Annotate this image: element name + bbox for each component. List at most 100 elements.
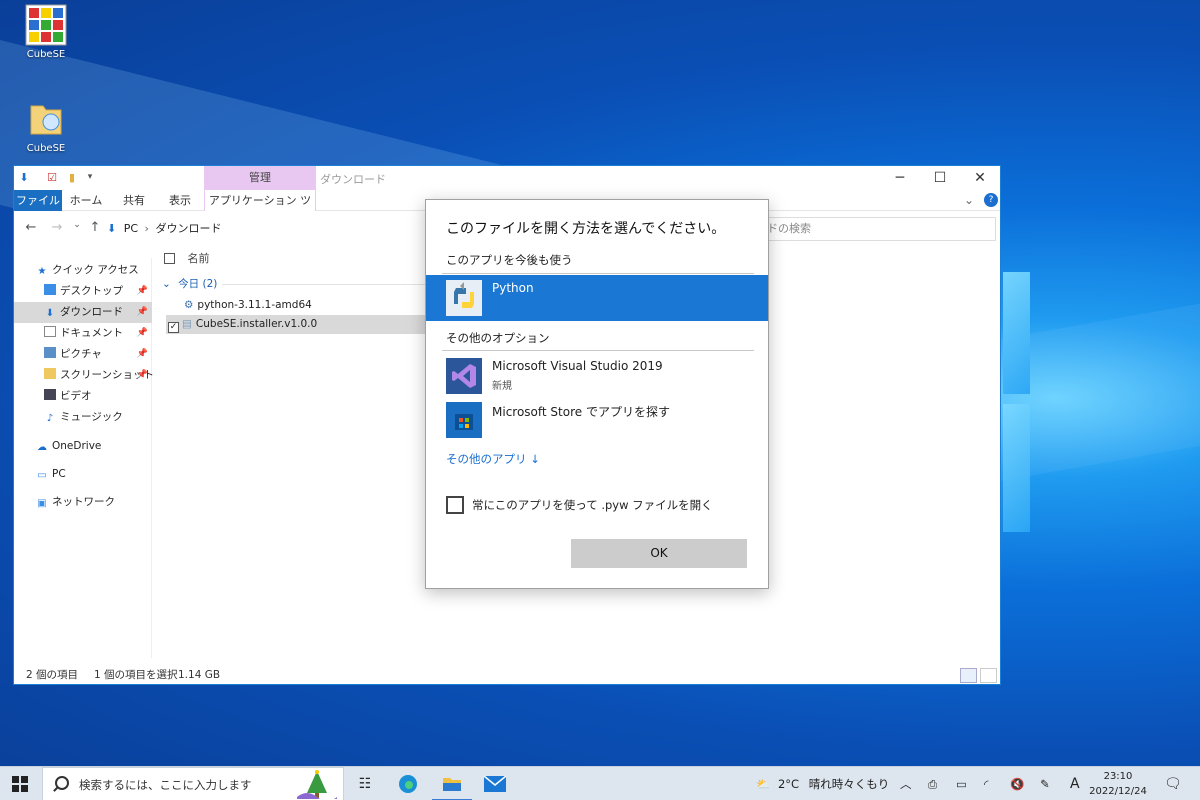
nav-documents[interactable]: ドキュメント 📌 (14, 323, 152, 344)
task-view-icon: ☷ (358, 776, 372, 792)
properties-icon[interactable]: ☑ (46, 171, 58, 184)
expand-ribbon-icon[interactable]: ⌄ (964, 193, 974, 207)
new-folder-icon[interactable]: ▮ (66, 171, 78, 184)
folder-icon (25, 98, 67, 140)
nav-quick-access[interactable]: ★ クイック アクセス (14, 260, 152, 281)
cubese-app-icon (25, 4, 67, 46)
taskbar: 検索するには、ここに入力します ☷ ⛅ 2°C 晴れ時々くもり ︿ ⎙ ▭ ◜ … (0, 766, 1200, 800)
taskbar-edge[interactable] (388, 767, 428, 800)
video-icon (44, 389, 56, 400)
group-header-today[interactable]: ⌄ 今日 (2) (162, 276, 217, 291)
meet-now-button[interactable]: ⎙ (928, 767, 937, 800)
address-field[interactable]: ⬇ PC › ダウンロード (106, 217, 426, 240)
taskbar-search-input[interactable]: 検索するには、ここに入力します (42, 767, 344, 800)
volume-button[interactable]: 🔇 (1010, 767, 1024, 800)
task-view-button[interactable]: ☷ (345, 767, 385, 800)
volume-muted-icon: 🔇 (1010, 777, 1025, 791)
chevron-up-icon: ︿ (900, 777, 912, 791)
desktop-icon-label: CubeSE (26, 143, 66, 154)
nav-pc[interactable]: ▭ PC (14, 464, 152, 485)
nav-screenshots[interactable]: スクリーンショット 📌 (14, 365, 154, 386)
pin-icon: 📌 (136, 370, 148, 380)
always-use-checkbox[interactable] (446, 496, 464, 514)
weather-partly-cloudy-icon: ⛅ (756, 777, 771, 791)
weather-widget[interactable]: ⛅ 2°C 晴れ時々くもり (756, 767, 889, 800)
tab-application-tools[interactable]: アプリケーション ツール (204, 190, 316, 228)
ok-button[interactable]: OK (571, 539, 747, 568)
group-divider (222, 284, 432, 285)
nav-label: ピクチャ (60, 348, 102, 360)
recent-locations-icon[interactable]: ⌄ (68, 220, 86, 230)
more-apps-link[interactable]: その他のアプリ ↓ (446, 451, 540, 467)
pin-icon: 📌 (136, 328, 148, 338)
group-label: 今日 (2) (178, 278, 218, 290)
tab-view[interactable]: 表示 (162, 190, 198, 211)
battery-button[interactable]: ▭ (956, 767, 967, 800)
nav-onedrive[interactable]: ☁ OneDrive (14, 436, 152, 457)
manage-context-tab[interactable]: 管理 (204, 166, 316, 190)
row-checkbox-checked-icon[interactable]: ✓ (168, 322, 179, 333)
app-name: Python (492, 281, 534, 295)
divider (442, 273, 754, 274)
app-subtitle: 新規 (492, 381, 512, 392)
nav-label: デスクトップ (60, 285, 123, 297)
microsoft-store-icon (446, 402, 482, 438)
nav-music[interactable]: ♪ ミュージック (14, 407, 152, 428)
up-arrow-icon[interactable]: ↑ (86, 220, 104, 235)
tab-share[interactable]: 共有 (116, 190, 152, 211)
customize-toolbar-icon[interactable]: ▾ (84, 171, 96, 184)
nav-label: PC (52, 468, 66, 480)
python-installer-icon: ⚙ (184, 299, 194, 311)
clock[interactable]: 23:10 2022/12/24 (1088, 769, 1148, 799)
nav-network[interactable]: ▣ ネットワーク (14, 492, 152, 513)
computer-icon: ▭ (37, 470, 47, 481)
windows-logo-pane (1003, 272, 1030, 394)
nav-desktop[interactable]: デスクトップ 📌 (14, 281, 152, 302)
file-row-python-installer[interactable]: ⚙ python-3.11.1-amd64 (166, 296, 428, 315)
document-icon (44, 326, 56, 337)
back-arrow-icon[interactable]: ← (22, 220, 40, 235)
notifications-button[interactable]: 🗨 (1164, 767, 1182, 800)
select-all-checkbox[interactable] (164, 253, 175, 264)
nav-pictures[interactable]: ピクチャ 📌 (14, 344, 152, 365)
taskbar-mail[interactable] (475, 767, 515, 800)
network-button[interactable]: ◜ (984, 767, 988, 800)
file-row-cubese-installer[interactable]: ✓ ▤ CubeSE.installer.v1.0.0 (166, 315, 428, 334)
large-icons-view-button[interactable] (980, 668, 997, 683)
app-option-microsoft-store[interactable]: Microsoft Store でアプリを探す (426, 397, 768, 443)
column-header-name[interactable]: 名前 (164, 248, 210, 270)
breadcrumb-current[interactable]: ダウンロード (155, 222, 221, 235)
pin-icon: 📌 (136, 349, 148, 359)
search-input[interactable]: ドの検索 (758, 217, 996, 241)
ime-indicator[interactable]: A (1070, 767, 1080, 800)
app-option-visual-studio[interactable]: Microsoft Visual Studio 2019 新規 (426, 353, 768, 399)
nav-videos[interactable]: ビデオ (14, 386, 152, 407)
pin-icon: 📌 (136, 307, 148, 317)
taskbar-file-explorer[interactable] (432, 767, 472, 800)
start-button[interactable] (0, 767, 40, 800)
tab-file[interactable]: ファイル (14, 190, 62, 211)
search-placeholder: 検索するには、ここに入力します (79, 778, 252, 792)
title-bar: ⬇ ☑ ▮ ▾ 管理 ダウンロード ─ ☐ ✕ (14, 166, 1000, 190)
nav-label: ビデオ (60, 390, 92, 402)
app-option-python[interactable]: Python (426, 275, 768, 321)
details-view-button[interactable] (960, 668, 977, 683)
pen-button[interactable]: ✎ (1040, 767, 1050, 800)
show-hidden-icons-button[interactable]: ︿ (900, 767, 912, 800)
tab-home[interactable]: ホーム (68, 190, 104, 211)
desktop-icon-cubese-app[interactable]: CubeSE (14, 4, 78, 60)
forward-arrow-icon[interactable]: → (48, 220, 66, 235)
minimize-button[interactable]: ─ (880, 168, 920, 188)
desktop-icon-label: CubeSE (26, 49, 66, 60)
notification-icon: 🗨 (1164, 776, 1182, 792)
desktop-icon-cubese-folder[interactable]: CubeSE (14, 98, 78, 154)
nav-downloads[interactable]: ⬇ ダウンロード 📌 (14, 302, 152, 323)
help-icon[interactable]: ? (984, 193, 998, 207)
maximize-button[interactable]: ☐ (920, 168, 960, 188)
always-use-label: 常にこのアプリを使って .pyw ファイルを開く (472, 498, 713, 512)
breadcrumb-root[interactable]: PC (124, 222, 138, 235)
wifi-icon: ◜ (984, 777, 989, 791)
status-bar: 2 個の項目 1 個の項目を選択 1.14 GB (14, 666, 1000, 685)
close-button[interactable]: ✕ (960, 168, 1000, 188)
installer-icon: ▤ (182, 318, 192, 330)
